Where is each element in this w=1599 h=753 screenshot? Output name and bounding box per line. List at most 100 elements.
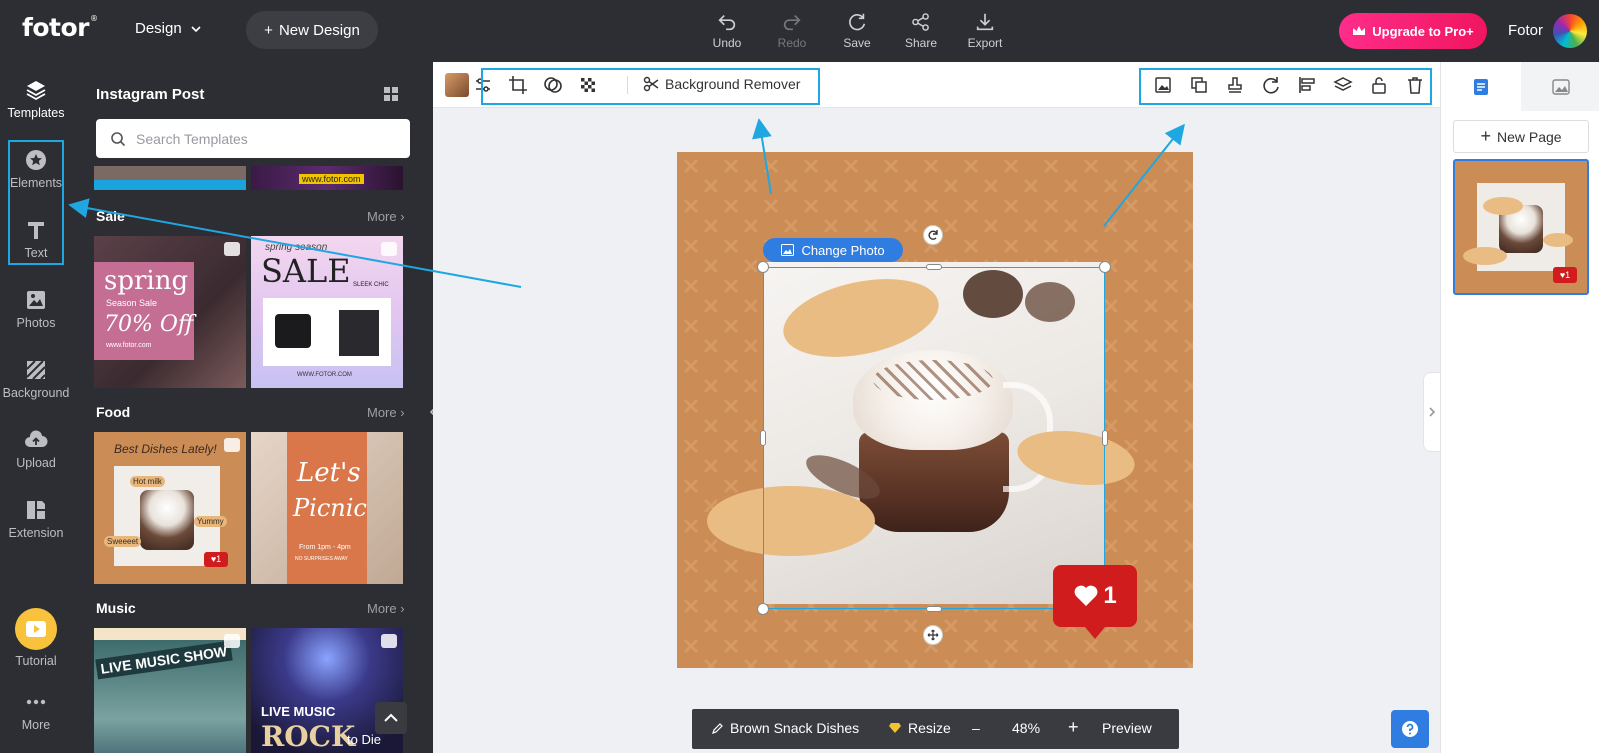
- heart-icon: [1074, 585, 1098, 606]
- zoom-level[interactable]: 48%: [1012, 720, 1040, 736]
- resize-handle[interactable]: [757, 261, 769, 273]
- more-link-sale[interactable]: More ›: [367, 209, 405, 224]
- more-label: More: [367, 209, 397, 224]
- move-icon: [927, 629, 939, 641]
- design-menu[interactable]: Design: [135, 20, 202, 37]
- more-link-food[interactable]: More ›: [367, 405, 405, 420]
- resize-handle[interactable]: [757, 603, 769, 615]
- page-icon: [1473, 78, 1488, 95]
- template-thumb-sale-1[interactable]: spring Season Sale 70% Off www.fotor.com: [94, 236, 246, 388]
- save-button[interactable]: Save: [830, 11, 884, 55]
- pages-panel: + New Page ♥1: [1440, 62, 1599, 753]
- template-thumb-food-2[interactable]: Let's Picnic From 1pm - 4pm NO SURPRISES…: [251, 432, 403, 584]
- thumb-text: Yummy: [194, 516, 227, 527]
- new-design-button[interactable]: + New Design: [246, 11, 378, 49]
- zoom-out-button[interactable]: –: [972, 720, 980, 736]
- grid-view-icon[interactable]: [383, 86, 399, 102]
- rail-label-background: Background: [2, 386, 70, 400]
- rail-item-more[interactable]: More: [0, 690, 72, 748]
- resize-handle[interactable]: [926, 606, 942, 612]
- zoom-in-button[interactable]: +: [1068, 718, 1079, 736]
- thumb-text: Season Sale: [106, 298, 158, 308]
- chevron-down-icon: [191, 25, 201, 32]
- tutorial-button[interactable]: [15, 608, 57, 650]
- upgrade-button[interactable]: Upgrade to Pro+: [1339, 13, 1487, 49]
- selection-box: [763, 267, 1105, 609]
- play-icon: [26, 621, 46, 637]
- rail-item-photos[interactable]: Photos: [0, 288, 72, 346]
- plus-icon: +: [1480, 126, 1491, 146]
- page-thumbnail[interactable]: ♥1: [1453, 159, 1589, 295]
- layers-icon: [26, 81, 46, 101]
- template-name-button[interactable]: Brown Snack Dishes: [712, 720, 859, 736]
- thumb-text: ROCK: [261, 720, 356, 753]
- resize-button[interactable]: Resize: [888, 720, 951, 736]
- help-icon: [1402, 721, 1418, 737]
- template-thumb[interactable]: www.fotor.com: [251, 166, 403, 190]
- new-page-button[interactable]: + New Page: [1453, 120, 1589, 153]
- resize-label: Resize: [908, 720, 951, 736]
- like-badge[interactable]: 1: [1053, 565, 1137, 639]
- section-title-sale: Sale: [96, 208, 125, 224]
- highlight-box-rail: [8, 140, 64, 265]
- share-button[interactable]: Share: [894, 11, 948, 55]
- rail-item-background[interactable]: Background: [0, 358, 72, 416]
- image-icon: [27, 291, 45, 309]
- template-thumb-music-2[interactable]: LIVE MUSIC ROCK to Die: [251, 628, 403, 753]
- rotate-handle[interactable]: [923, 225, 943, 245]
- section-title-music: Music: [96, 600, 136, 616]
- top-bar: fotor® Design + New Design Undo Redo Sav…: [0, 0, 1599, 62]
- selected-image-thumb[interactable]: [445, 73, 469, 97]
- share-label: Share: [904, 36, 938, 50]
- rail-item-upload[interactable]: Upload: [0, 428, 72, 486]
- help-button[interactable]: [1391, 710, 1429, 748]
- move-handle[interactable]: [923, 625, 943, 645]
- bottom-toolbar: Brown Snack Dishes Resize – 48% + Previe…: [692, 709, 1179, 749]
- panel-title: Instagram Post: [96, 86, 205, 103]
- zoom-value: 48%: [1012, 720, 1041, 736]
- thumb-text: From 1pm - 4pm: [299, 544, 351, 551]
- template-thumb-music-1[interactable]: LIVE MUSIC SHOW: [94, 628, 246, 753]
- like-badge-mini: ♥1: [204, 552, 228, 567]
- rail-item-extension[interactable]: Extension: [0, 498, 72, 556]
- diamond-icon: [224, 242, 240, 256]
- thumb-text: 70% Off: [104, 312, 194, 337]
- thumb-text: SALE: [261, 252, 351, 290]
- more-label: More: [367, 601, 397, 616]
- template-thumb-sale-2[interactable]: spring season SALE SLEEK CHIC WWW.FOTOR.…: [251, 236, 403, 388]
- scroll-to-top-button[interactable]: [375, 702, 407, 734]
- more-label: More: [367, 405, 397, 420]
- resize-handle[interactable]: [1099, 261, 1111, 273]
- export-button[interactable]: Export: [958, 11, 1012, 55]
- preview-button[interactable]: Preview: [1102, 720, 1152, 736]
- redo-button[interactable]: Redo: [765, 11, 819, 55]
- avatar[interactable]: [1553, 14, 1587, 48]
- tab-images[interactable]: [1521, 62, 1599, 111]
- background-icon: [26, 360, 46, 380]
- more-link-music[interactable]: More ›: [367, 601, 405, 616]
- search-templates-box[interactable]: [96, 119, 410, 158]
- change-photo-button[interactable]: Change Photo: [763, 238, 903, 262]
- template-thumb-food-1[interactable]: Best Dishes Lately! Hot milk Yummy Sweee…: [94, 432, 246, 584]
- new-design-label: New Design: [278, 21, 360, 39]
- save-icon: [849, 13, 866, 31]
- collapse-right-panel-handle[interactable]: [1423, 372, 1440, 452]
- resize-handle[interactable]: [1102, 430, 1108, 446]
- undo-button[interactable]: Undo: [700, 11, 754, 55]
- user-name[interactable]: Fotor: [1508, 22, 1543, 39]
- thumb-text: Picnic: [293, 494, 367, 522]
- rail-item-templates[interactable]: Templates: [0, 78, 72, 136]
- fotor-logo[interactable]: fotor®: [22, 13, 98, 42]
- diamond-icon: [224, 634, 240, 648]
- undo-label: Undo: [712, 36, 742, 50]
- thumb-text: to Die: [347, 732, 381, 747]
- template-thumb[interactable]: [94, 166, 246, 190]
- resize-handle[interactable]: [760, 430, 766, 446]
- crown-icon: [1353, 26, 1366, 35]
- tab-pages[interactable]: [1441, 62, 1520, 111]
- diamond-icon: [224, 438, 240, 452]
- rail-label-templates: Templates: [7, 106, 65, 120]
- resize-handle[interactable]: [926, 264, 942, 270]
- search-input[interactable]: [136, 130, 396, 147]
- thumb-text: LIVE MUSIC: [261, 704, 336, 719]
